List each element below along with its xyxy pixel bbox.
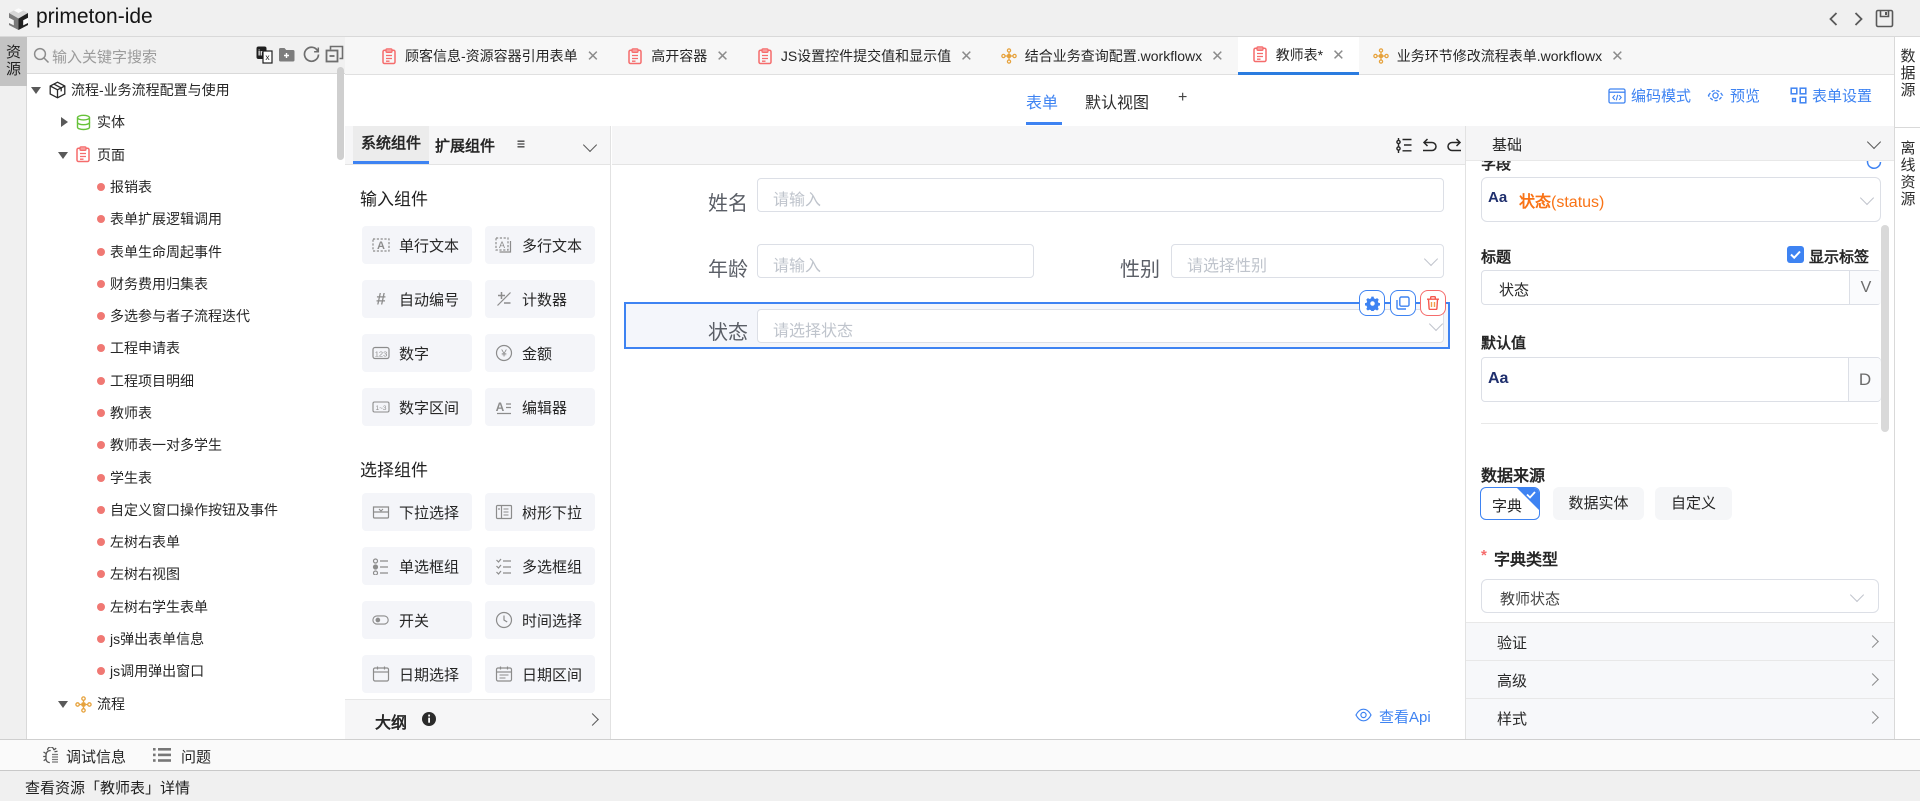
svg-text:A: A <box>377 240 385 252</box>
svg-text:#: # <box>376 290 386 308</box>
svg-text:A: A <box>499 240 505 250</box>
svg-text:123: 123 <box>375 350 388 359</box>
svg-text:1~3: 1~3 <box>375 405 386 412</box>
svg-text:¥: ¥ <box>500 349 507 360</box>
svg-text:A: A <box>496 400 505 414</box>
